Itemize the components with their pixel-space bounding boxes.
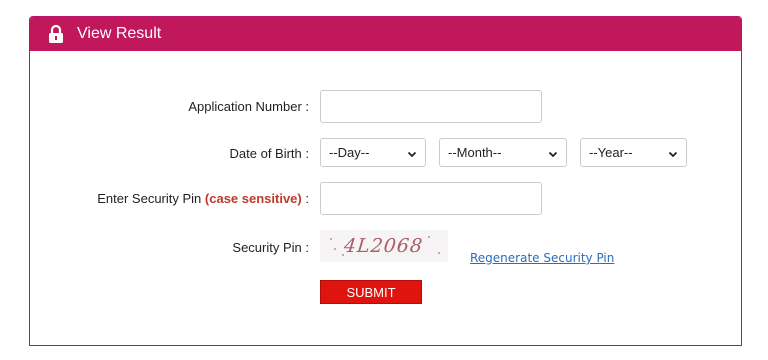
- date-of-birth-label: Date of Birth :: [229, 146, 309, 161]
- panel-title: View Result: [77, 25, 162, 42]
- chevron-down-icon: [668, 147, 678, 158]
- regenerate-security-pin-link[interactable]: Regenerate Security Pin: [470, 251, 614, 265]
- case-sensitive-note: (case sensitive): [204, 191, 302, 206]
- month-select-value: --Month--: [448, 145, 502, 160]
- security-pin-input[interactable]: [320, 182, 542, 215]
- chevron-down-icon: [407, 147, 417, 158]
- application-number-label: Application Number :: [188, 99, 309, 114]
- enter-security-pin-label-text: Enter Security Pin: [97, 191, 202, 206]
- label-colon: :: [305, 191, 309, 206]
- view-result-panel: View Result Application Number : Date of…: [29, 16, 742, 346]
- year-select[interactable]: --Year--: [580, 138, 687, 167]
- captcha-image: 4L2068: [320, 230, 448, 262]
- chevron-down-icon: [548, 147, 558, 158]
- day-select[interactable]: --Day--: [320, 138, 426, 167]
- security-pin-label: Security Pin :: [232, 240, 309, 255]
- application-number-input[interactable]: [320, 90, 542, 123]
- lock-icon: [48, 24, 64, 44]
- enter-security-pin-label: Enter Security Pin (case sensitive) :: [97, 191, 309, 206]
- year-select-value: --Year--: [589, 145, 633, 160]
- day-select-value: --Day--: [329, 145, 370, 160]
- panel-header: View Result: [30, 17, 741, 51]
- submit-button[interactable]: SUBMIT: [320, 280, 422, 304]
- month-select[interactable]: --Month--: [439, 138, 567, 167]
- captcha-text: 4L2068: [343, 235, 425, 257]
